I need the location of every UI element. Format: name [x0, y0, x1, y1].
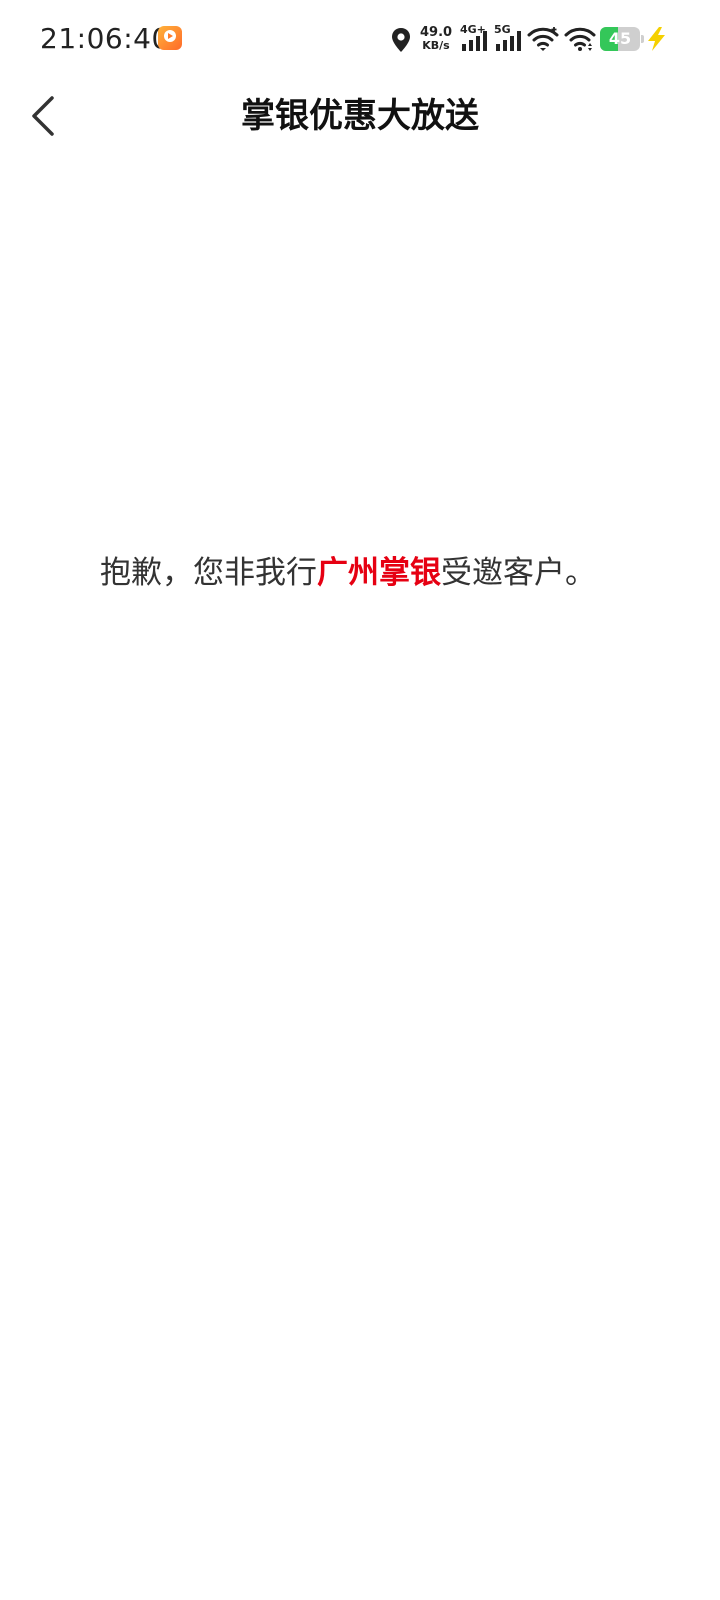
signal-icon: [496, 31, 521, 51]
page-title: 掌银优惠大放送: [241, 96, 479, 136]
battery-cap: [641, 35, 644, 43]
sim1-signal: 4G+: [460, 24, 490, 52]
not-invited-message: 抱歉，您非我行广州掌银受邀客户。: [0, 550, 696, 596]
network-speed-unit: KB/s: [422, 39, 450, 52]
signal-icon: [462, 31, 487, 51]
message-highlight: 广州掌银: [317, 555, 441, 591]
sim2-signal: 5G: [494, 24, 524, 52]
status-time: 21:06:40: [40, 22, 170, 55]
message-suffix: 受邀客户。: [441, 555, 596, 591]
wifi-icon: [564, 27, 596, 51]
network-speed-value: 49.0: [420, 25, 453, 40]
battery-level: 45: [608, 29, 632, 48]
chevron-left-icon: [32, 96, 54, 136]
navigation-bar: 掌银优惠大放送: [0, 80, 720, 152]
app-notification-icon: [158, 26, 182, 50]
status-bar: 21:06:40 49.0 KB/s 4G+ 5G 45: [0, 0, 720, 80]
location-icon: [392, 28, 410, 52]
charging-icon: [648, 27, 665, 51]
back-button[interactable]: [20, 92, 68, 140]
battery-icon: 45: [600, 27, 640, 51]
network-speed: 49.0 KB/s: [420, 26, 452, 52]
wifi-icon: [527, 27, 559, 51]
message-prefix: 抱歉，您非我行: [100, 555, 317, 591]
